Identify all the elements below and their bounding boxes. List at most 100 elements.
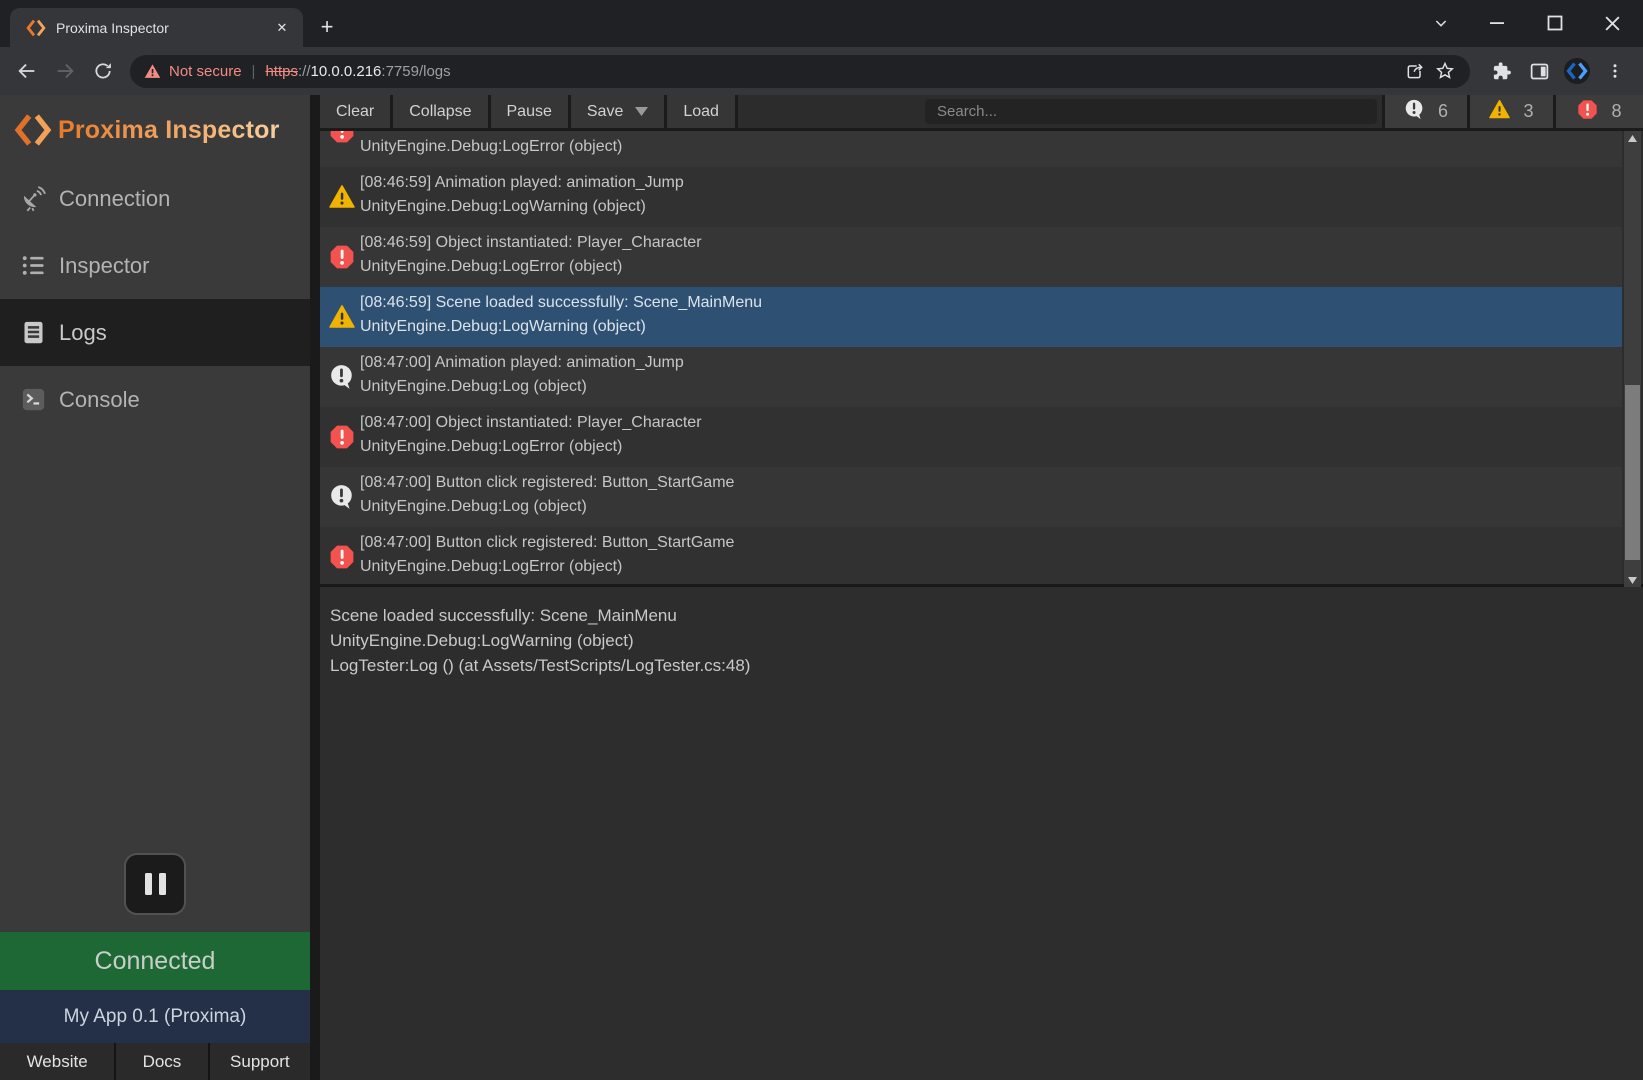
tab-close-icon[interactable]: ✕ (271, 17, 293, 39)
sidebar-divider (310, 95, 320, 1080)
url-scheme: https (265, 63, 298, 80)
url-path: :7759/logs (381, 63, 450, 80)
log-message: [08:47:00] Object instantiated: Player_C… (360, 414, 702, 432)
log-message: [08:46:59] Object instantiated: Player_C… (360, 234, 702, 252)
sidebar-item-logs[interactable]: Logs (0, 299, 310, 366)
proxima-logo-icon (14, 111, 52, 149)
window-minimize-button[interactable] (1477, 4, 1517, 42)
error-icon (1577, 99, 1598, 120)
detail-line: UnityEngine.Debug:LogWarning (object) (330, 628, 1630, 653)
log-trace: UnityEngine.Debug:LogError (object) (360, 438, 622, 456)
share-icon[interactable] (1400, 56, 1430, 86)
log-trace: UnityEngine.Debug:LogError (object) (360, 138, 622, 156)
log-entry[interactable]: [08:47:00] Animation played: animation_J… (320, 347, 1622, 407)
log-message: [08:47:00] Button click registered: Butt… (360, 474, 734, 492)
connection-status-badge: Connected (0, 932, 310, 990)
footer-link-website[interactable]: Website (0, 1043, 114, 1080)
footer-link-docs[interactable]: Docs (116, 1043, 207, 1080)
detail-line: Scene loaded successfully: Scene_MainMen… (330, 603, 1630, 628)
forward-button[interactable] (46, 52, 84, 90)
logs-page: Clear Collapse Pause Save Load 6 3 (320, 95, 1643, 1080)
clear-button[interactable]: Clear (320, 95, 393, 128)
address-bar[interactable]: Not secure | https://10.0.0.216:7759/log… (130, 55, 1470, 88)
tab-title: Proxima Inspector (56, 20, 271, 36)
warning-filter-button[interactable]: 3 (1467, 95, 1553, 128)
save-button[interactable]: Save (571, 95, 667, 128)
browser-menu-dots-icon[interactable] (1596, 52, 1634, 90)
window-maximize-button[interactable] (1535, 4, 1575, 42)
screen: Proxima Inspector ✕ + (0, 0, 1643, 1080)
reload-button[interactable] (84, 52, 122, 90)
scroll-down-arrow-icon[interactable] (1624, 573, 1641, 587)
bookmark-star-icon[interactable] (1430, 56, 1460, 86)
url-scheme-separator: :// (298, 63, 311, 80)
log-trace: UnityEngine.Debug:LogWarning (object) (360, 198, 646, 216)
app-logo: Proxima Inspector (0, 95, 310, 165)
warning-count: 3 (1523, 101, 1533, 122)
log-trace: UnityEngine.Debug:Log (object) (360, 498, 587, 516)
warning-icon (1489, 99, 1510, 120)
sidebar-nav: Connection Inspector Logs Console (0, 165, 310, 433)
load-button[interactable]: Load (667, 95, 738, 128)
profile-avatar[interactable] (1558, 52, 1596, 90)
app-title: Proxima Inspector (58, 116, 280, 145)
error-icon (1577, 99, 1598, 125)
error-count: 8 (1611, 101, 1621, 122)
log-entry[interactable]: [08:46:59] Animation played: animation_J… (320, 167, 1622, 227)
sidebar-item-label: Logs (59, 320, 107, 346)
side-panel-icon[interactable] (1520, 52, 1558, 90)
sidebar-item-label: Console (59, 387, 140, 413)
log-scrollbar[interactable] (1624, 131, 1641, 587)
scrollbar-thumb[interactable] (1625, 385, 1640, 560)
log-trace: UnityEngine.Debug:LogError (object) (360, 558, 622, 576)
log-entry[interactable]: [08:47:00] Button click registered: Butt… (320, 467, 1622, 527)
error-icon (329, 544, 355, 570)
error-icon (329, 131, 355, 144)
collapse-button[interactable]: Collapse (393, 95, 490, 128)
log-entry[interactable]: [08:46:59] Scene loaded successfully: Sc… (320, 287, 1622, 347)
log-trace: UnityEngine.Debug:LogError (object) (360, 258, 622, 276)
new-tab-button[interactable]: + (313, 13, 341, 41)
log-message: [08:46:59] Scene loaded successfully: Sc… (360, 294, 762, 312)
log-entry[interactable]: [08:47:00] Button click registered: Butt… (320, 527, 1622, 587)
sidebar-item-console[interactable]: Console (0, 366, 310, 433)
scroll-up-arrow-icon[interactable] (1624, 131, 1641, 145)
save-dropdown-caret-icon[interactable] (635, 107, 648, 116)
info-count: 6 (1438, 101, 1448, 122)
info-filter-button[interactable]: 6 (1382, 95, 1467, 128)
sidebar-item-connection[interactable]: Connection (0, 165, 310, 232)
detail-line: LogTester:Log () (at Assets/TestScripts/… (330, 653, 1630, 678)
url-host: 10.0.0.216 (311, 63, 382, 80)
logs-icon (20, 319, 47, 346)
browser-tab[interactable]: Proxima Inspector ✕ (10, 8, 303, 47)
back-button[interactable] (8, 52, 46, 90)
error-icon (329, 244, 355, 270)
log-trace: UnityEngine.Debug:LogWarning (object) (360, 318, 646, 336)
sidebar-item-label: Inspector (59, 253, 150, 279)
sidebar-item-inspector[interactable]: Inspector (0, 232, 310, 299)
not-secure-label: Not secure (169, 63, 242, 80)
log-message: [08:47:00] Animation played: animation_J… (360, 354, 684, 372)
error-filter-button[interactable]: 8 (1553, 95, 1643, 128)
warning-icon (1489, 99, 1510, 125)
error-icon (329, 424, 355, 450)
log-entry[interactable]: [08:46:59] Object instantiated: Player_C… (320, 227, 1622, 287)
log-list: UnityEngine.Debug:LogError (object) [08:… (320, 131, 1643, 587)
log-message: [08:46:59] Animation played: animation_J… (360, 174, 684, 192)
info-icon (1404, 99, 1425, 120)
logs-toolbar: Clear Collapse Pause Save Load 6 3 (320, 95, 1643, 131)
log-message: [08:47:00] Button click registered: Butt… (360, 534, 734, 552)
inspector-icon (20, 252, 47, 279)
pause-log-button[interactable]: Pause (491, 95, 571, 128)
connection-icon (20, 185, 47, 212)
log-entry[interactable]: UnityEngine.Debug:LogError (object) (320, 131, 1622, 167)
log-entry[interactable]: [08:47:00] Object instantiated: Player_C… (320, 407, 1622, 467)
pause-updates-button[interactable] (124, 853, 186, 915)
tab-search-chevron-icon[interactable] (1421, 4, 1461, 42)
footer-link-support[interactable]: Support (210, 1043, 310, 1080)
search-input[interactable] (925, 99, 1377, 124)
warning-icon (329, 304, 355, 330)
pause-icon (145, 873, 152, 895)
window-close-button[interactable] (1592, 4, 1632, 42)
extensions-puzzle-icon[interactable] (1482, 52, 1520, 90)
